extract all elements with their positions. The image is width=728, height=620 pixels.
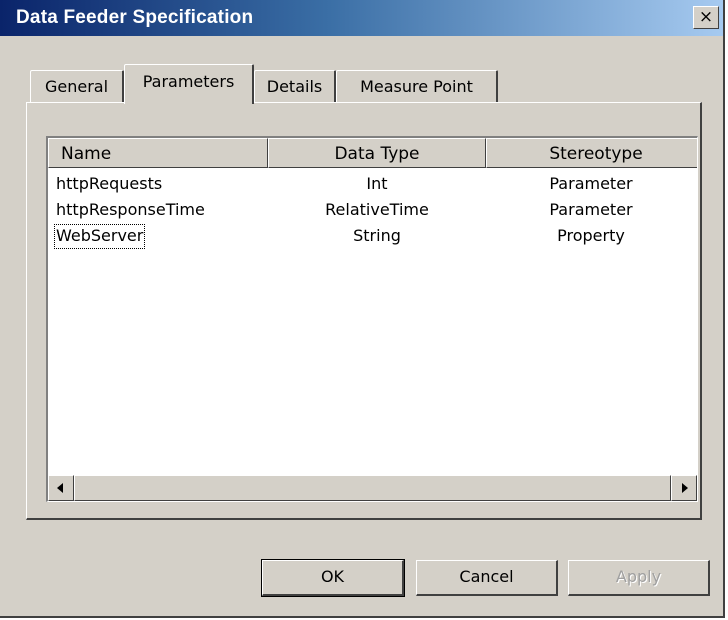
cell-stereotype: Property — [557, 226, 625, 245]
scroll-thumb[interactable] — [74, 475, 671, 501]
cell-name: httpRequests — [56, 174, 163, 193]
parameters-list[interactable]: Name Data Type Stereotype httpRequests I… — [46, 136, 698, 502]
cell-data-type: RelativeTime — [325, 200, 429, 219]
column-header-data-type[interactable]: Data Type — [268, 138, 486, 168]
cancel-button[interactable]: Cancel — [416, 560, 558, 596]
column-header-name[interactable]: Name — [48, 138, 268, 168]
column-header-stereotype-label: Stereotype — [549, 144, 643, 164]
table-row[interactable]: httpRequests Int Parameter — [48, 172, 697, 197]
cell-data-type: String — [353, 226, 401, 245]
column-header-name-label: Name — [61, 144, 112, 164]
scroll-right-button[interactable] — [671, 475, 697, 501]
cell-name: httpResponseTime — [56, 200, 205, 219]
tab-measure-point-label: Measure Point — [360, 77, 473, 96]
title-bar[interactable]: Data Feeder Specification × — [0, 0, 723, 36]
tab-details-label: Details — [266, 77, 323, 96]
tab-measure-point[interactable]: Measure Point — [336, 70, 498, 104]
column-header-stereotype[interactable]: Stereotype — [486, 138, 697, 168]
arrow-right-icon — [682, 483, 688, 493]
tab-general[interactable]: General — [30, 70, 124, 104]
dialog-window: Data Feeder Specification × General Para… — [0, 0, 725, 618]
close-icon: × — [698, 7, 714, 27]
cell-stereotype: Parameter — [549, 174, 633, 193]
close-button[interactable]: × — [693, 6, 719, 29]
window-title: Data Feeder Specification — [16, 7, 254, 28]
tab-general-label: General — [44, 77, 109, 96]
cell-name: WebServer — [54, 224, 146, 249]
cancel-button-label: Cancel — [459, 567, 514, 586]
table-row[interactable]: httpResponseTime RelativeTime Parameter — [48, 198, 697, 223]
horizontal-scrollbar[interactable] — [48, 475, 697, 501]
ok-button[interactable]: OK — [261, 559, 405, 597]
list-header: Name Data Type Stereotype — [48, 138, 697, 168]
apply-button: Apply — [568, 560, 710, 596]
ok-button-label: OK — [320, 567, 345, 586]
table-row[interactable]: WebServer String Property — [48, 224, 697, 249]
cell-stereotype: Parameter — [549, 200, 633, 219]
tab-parameters-label: Parameters — [142, 72, 235, 91]
arrow-left-icon — [57, 483, 63, 493]
scroll-left-button[interactable] — [48, 475, 74, 501]
apply-button-label: Apply — [615, 567, 662, 586]
column-header-data-type-label: Data Type — [334, 144, 420, 164]
tab-details[interactable]: Details — [254, 70, 336, 104]
tab-parameters[interactable]: Parameters — [124, 64, 254, 104]
cell-data-type: Int — [366, 174, 388, 193]
